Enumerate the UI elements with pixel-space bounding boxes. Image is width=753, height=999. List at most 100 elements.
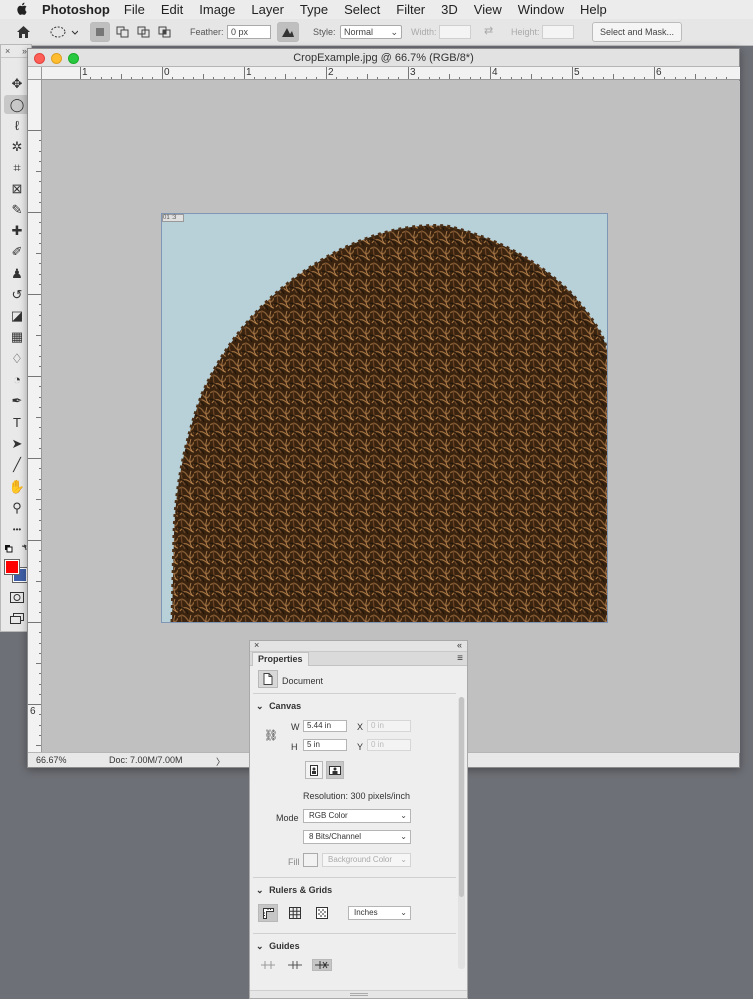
ruler-tick <box>39 673 41 674</box>
height-input[interactable] <box>542 25 574 39</box>
ruler-tick <box>367 74 368 79</box>
apple-menu-icon[interactable] <box>10 2 34 18</box>
add-selection-button[interactable] <box>112 22 132 42</box>
ruler-tick <box>592 77 594 79</box>
ruler-tick <box>490 67 491 79</box>
fill-select[interactable]: Background Color ⌄ <box>322 853 411 867</box>
chevron-down-icon: ⌄ <box>400 832 407 841</box>
options-bar: Feather: 0 px Style: Normal ⌄ Width: ⇄ H… <box>0 19 753 46</box>
app-name-menu[interactable]: Photoshop <box>42 2 110 17</box>
ruler-tick <box>244 67 245 79</box>
rulers-section-header[interactable]: ⌄ Rulers & Grids <box>256 885 464 896</box>
clear-guides-icon[interactable] <box>312 959 332 971</box>
menu-window[interactable]: Window <box>518 2 564 17</box>
collapse-icon[interactable]: « <box>457 641 462 650</box>
scrollbar-thumb[interactable] <box>459 697 464 897</box>
menu-help[interactable]: Help <box>580 2 607 17</box>
menu-file[interactable]: File <box>124 2 145 17</box>
ruler-tick <box>479 77 481 79</box>
divider <box>253 877 456 878</box>
resolution-text: Resolution: 300 pixels/inch <box>303 791 411 801</box>
menu-layer[interactable]: Layer <box>251 2 284 17</box>
status-menu-arrow[interactable]: 〉 <box>216 755 225 768</box>
anti-alias-toggle[interactable] <box>277 22 299 42</box>
document-canvas[interactable]: 01 :3 <box>161 213 609 623</box>
color-mode-select[interactable]: RGB Color ⌄ <box>303 809 411 823</box>
panel-resize-handle[interactable] <box>250 990 467 998</box>
toggle-pixel-grid-button[interactable] <box>312 904 332 922</box>
ruler-tick <box>36 417 41 418</box>
new-selection-button[interactable] <box>90 22 110 42</box>
guides-section-header[interactable]: ⌄ Guides <box>256 941 464 952</box>
menu-bar: Photoshop File Edit Image Layer Type Sel… <box>0 0 753 19</box>
subtract-selection-button[interactable] <box>133 22 153 42</box>
ruler-tick <box>449 74 450 79</box>
menu-edit[interactable]: Edit <box>161 2 183 17</box>
link-dimensions-icon[interactable]: ⛓ <box>264 729 278 742</box>
ruler-tick <box>39 489 41 490</box>
swap-dimensions-icon[interactable]: ⇄ <box>484 24 493 37</box>
grip-icon <box>350 993 368 996</box>
horizontal-ruler[interactable]: 1 0 1 2 3 4 5 6 <box>42 67 740 80</box>
ruler-units-select[interactable]: Inches ⌄ <box>348 906 411 920</box>
style-select[interactable]: Normal ⌄ <box>340 25 402 39</box>
guide-layout-icon[interactable] <box>258 959 278 971</box>
zoom-level[interactable]: 66.67% <box>36 755 67 765</box>
ruler-origin[interactable] <box>28 67 42 80</box>
select-and-mask-button[interactable]: Select and Mask... <box>592 22 682 42</box>
ruler-tick <box>36 745 41 746</box>
ruler-tick <box>192 77 194 79</box>
fill-color-swatch[interactable] <box>303 853 318 867</box>
ruler-tick <box>39 243 41 244</box>
ruler-tick <box>39 591 41 592</box>
chevron-down-icon: ⌄ <box>400 855 407 864</box>
canvas-y-input[interactable]: 0 in <box>367 739 411 751</box>
home-icon[interactable] <box>10 22 36 42</box>
new-guide-icon[interactable] <box>285 959 305 971</box>
menu-3d[interactable]: 3D <box>441 2 458 17</box>
ruler-tick <box>39 140 41 141</box>
ruler-tick <box>305 77 307 79</box>
tool-preset-picker[interactable] <box>46 22 80 42</box>
ruler-tick <box>233 77 235 79</box>
menu-type[interactable]: Type <box>300 2 328 17</box>
document-title: CropExample.jpg @ 66.7% (RGB/8*) <box>293 52 474 64</box>
close-icon[interactable]: × <box>254 641 259 650</box>
tab-properties[interactable]: Properties <box>252 652 309 666</box>
properties-scrollbar[interactable] <box>458 697 465 969</box>
feather-input[interactable]: 0 px <box>227 25 271 39</box>
portrait-orientation-button[interactable] <box>305 761 323 779</box>
menu-image[interactable]: Image <box>199 2 235 17</box>
ruler-tick <box>39 448 41 449</box>
menu-filter[interactable]: Filter <box>396 2 425 17</box>
ruler-tick <box>39 520 41 521</box>
ruler-number: 0 <box>164 67 170 78</box>
width-input[interactable] <box>439 25 471 39</box>
ruler-tick <box>39 509 41 510</box>
menu-view[interactable]: View <box>474 2 502 17</box>
canvas-section-header[interactable]: ⌄ Canvas <box>256 701 464 712</box>
vertical-ruler[interactable]: 6 <box>28 80 42 753</box>
panel-menu-icon[interactable]: ≡ <box>457 653 463 664</box>
ruler-number: 4 <box>492 67 498 78</box>
toggle-rulers-button[interactable] <box>258 904 278 922</box>
ruler-tick <box>572 67 573 79</box>
landscape-orientation-button[interactable] <box>326 761 344 779</box>
canvas-width-input[interactable]: 5.44 in <box>303 720 347 732</box>
properties-panel-header: × « <box>250 641 467 652</box>
canvas-height-input[interactable]: 5 in <box>303 739 347 751</box>
intersect-selection-button[interactable] <box>154 22 174 42</box>
close-icon[interactable]: × <box>5 45 10 57</box>
ruler-tick <box>39 632 41 633</box>
foreground-color-swatch[interactable] <box>4 559 20 575</box>
ruler-tick <box>39 694 41 695</box>
menu-select[interactable]: Select <box>344 2 380 17</box>
ruler-tick <box>520 77 522 79</box>
toggle-grid-button[interactable] <box>285 904 305 922</box>
ruler-tick <box>39 356 41 357</box>
chevron-down-icon: ⌄ <box>400 908 407 917</box>
ruler-tick <box>39 735 41 736</box>
canvas-x-input[interactable]: 0 in <box>367 720 411 732</box>
bit-depth-select[interactable]: 8 Bits/Channel ⌄ <box>303 830 411 844</box>
ruler-tick <box>264 77 266 79</box>
